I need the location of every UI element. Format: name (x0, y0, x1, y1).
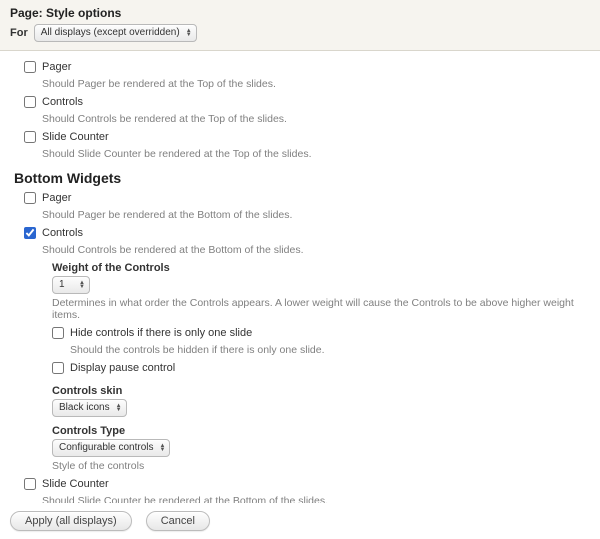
controls-weight-select[interactable]: 1 ▲▼ (52, 276, 90, 294)
pause-row: Display pause control (52, 362, 590, 377)
dialog-header: Page: Style options For All displays (ex… (0, 0, 600, 51)
controls-weight-desc: Determines in what order the Controls ap… (52, 297, 590, 321)
page-title: Page: Style options (10, 6, 590, 20)
controls-skin-block: Controls skin Black icons ▲▼ (52, 385, 590, 417)
hide-one-checkbox[interactable]: Hide controls if there is only one slide (52, 327, 252, 339)
for-row: For All displays (except overridden) ▲▼ (10, 24, 590, 42)
bottom-slidecounter-checkbox-input[interactable] (24, 478, 36, 490)
dialog-footer: Apply (all displays) Cancel (0, 503, 600, 539)
bottom-slidecounter-label: Slide Counter (42, 478, 109, 490)
top-slidecounter-desc: Should Slide Counter be rendered at the … (42, 148, 590, 160)
top-pager-label: Pager (42, 61, 71, 73)
controls-type-value: Configurable controls (59, 441, 154, 455)
top-pager-desc: Should Pager be rendered at the Top of t… (42, 78, 590, 90)
top-slidecounter-row: Slide Counter Should Slide Counter be re… (24, 131, 590, 160)
top-controls-label: Controls (42, 96, 83, 108)
bottom-pager-checkbox-input[interactable] (24, 192, 36, 204)
top-controls-checkbox[interactable]: Controls (24, 96, 83, 108)
top-pager-checkbox[interactable]: Pager (24, 61, 71, 73)
hide-one-row: Hide controls if there is only one slide… (52, 327, 590, 356)
select-stepper-icon: ▲▼ (79, 281, 85, 289)
bottom-widgets-heading: Bottom Widgets (14, 170, 586, 186)
apply-button[interactable]: Apply (all displays) (10, 511, 132, 531)
controls-type-block: Controls Type Configurable controls ▲▼ S… (52, 425, 590, 472)
controls-type-desc: Style of the controls (52, 460, 590, 472)
top-controls-row: Controls Should Controls be rendered at … (24, 96, 590, 125)
hide-one-desc: Should the controls be hidden if there i… (70, 344, 590, 356)
bottom-pager-row: Pager Should Pager be rendered at the Bo… (24, 192, 590, 221)
pause-checkbox-input[interactable] (52, 362, 64, 374)
for-display-select[interactable]: All displays (except overridden) ▲▼ (34, 24, 197, 42)
hide-one-checkbox-input[interactable] (52, 327, 64, 339)
controls-skin-value: Black icons (59, 401, 110, 415)
controls-skin-title: Controls skin (52, 385, 590, 397)
controls-weight-block: Weight of the Controls 1 ▲▼ Determines i… (52, 262, 590, 321)
bottom-controls-checkbox-input[interactable] (24, 227, 36, 239)
controls-skin-select[interactable]: Black icons ▲▼ (52, 399, 127, 417)
for-display-select-value: All displays (except overridden) (41, 26, 180, 40)
bottom-pager-desc: Should Pager be rendered at the Bottom o… (42, 209, 590, 221)
cancel-button[interactable]: Cancel (146, 511, 210, 531)
controls-weight-title: Weight of the Controls (52, 262, 590, 274)
pause-checkbox[interactable]: Display pause control (52, 362, 175, 374)
top-slidecounter-checkbox-input[interactable] (24, 131, 36, 143)
controls-type-title: Controls Type (52, 425, 590, 437)
top-pager-row: Pager Should Pager be rendered at the To… (24, 61, 590, 90)
top-controls-desc: Should Controls be rendered at the Top o… (42, 113, 590, 125)
bottom-controls-row: Controls Should Controls be rendered at … (24, 227, 590, 256)
controls-type-select[interactable]: Configurable controls ▲▼ (52, 439, 170, 457)
bottom-pager-checkbox[interactable]: Pager (24, 192, 71, 204)
top-slidecounter-label: Slide Counter (42, 131, 109, 143)
select-stepper-icon: ▲▼ (186, 29, 192, 37)
for-label: For (10, 27, 28, 39)
hide-one-label: Hide controls if there is only one slide (70, 327, 252, 339)
bottom-controls-label: Controls (42, 227, 83, 239)
pause-label: Display pause control (70, 362, 175, 374)
bottom-controls-checkbox[interactable]: Controls (24, 227, 83, 239)
bottom-slidecounter-checkbox[interactable]: Slide Counter (24, 478, 109, 490)
select-stepper-icon: ▲▼ (116, 404, 122, 412)
top-slidecounter-checkbox[interactable]: Slide Counter (24, 131, 109, 143)
top-controls-checkbox-input[interactable] (24, 96, 36, 108)
bottom-controls-desc: Should Controls be rendered at the Botto… (42, 244, 590, 256)
select-stepper-icon: ▲▼ (160, 444, 166, 452)
bottom-pager-label: Pager (42, 192, 71, 204)
dialog-content: Pager Should Pager be rendered at the To… (0, 51, 600, 507)
controls-weight-value: 1 (59, 278, 65, 292)
top-pager-checkbox-input[interactable] (24, 61, 36, 73)
